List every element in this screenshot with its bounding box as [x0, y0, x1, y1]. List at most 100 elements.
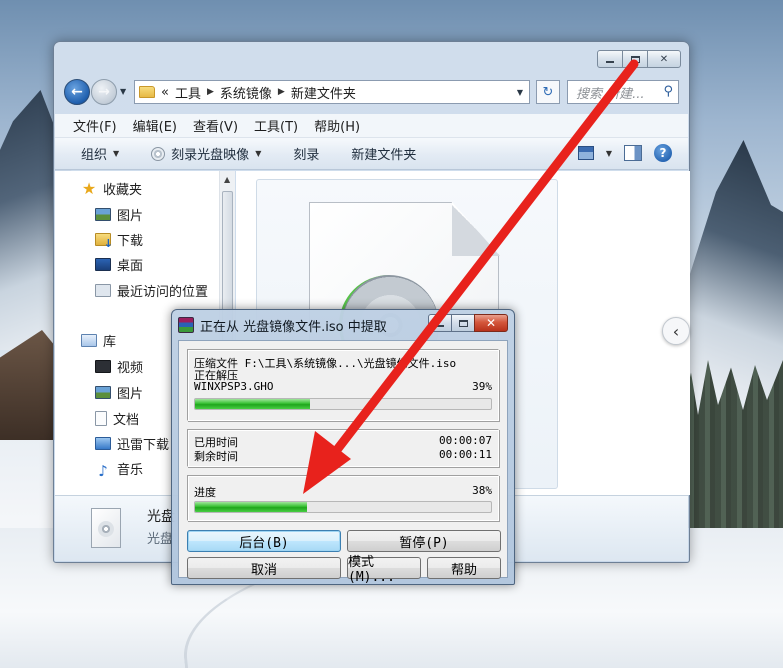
nav-item-desktop[interactable]: 桌面: [95, 255, 143, 274]
nav-item-videos[interactable]: 视频: [95, 357, 143, 376]
videos-icon: [95, 360, 111, 373]
search-placeholder: 搜索 新建...: [576, 86, 645, 102]
pictures-icon: [95, 386, 111, 399]
menu-file[interactable]: 文件(F): [73, 116, 117, 135]
command-bar: 组织 ▼ 刻录光盘映像 ▼ 刻录 新建文件夹 ▼ ?: [55, 138, 688, 170]
current-file-row: WINXPSP3.GHO 39%: [194, 380, 492, 393]
current-file-name: WINXPSP3.GHO: [194, 380, 274, 393]
dialog-body: 压缩文件 F:\工具\系统镜像...\光盘镜像文件.iso 正在解压 WINXP…: [178, 340, 508, 585]
disc-icon: [151, 146, 166, 161]
minimize-icon: [436, 325, 444, 327]
toolbar-right: ▼ ?: [577, 144, 672, 162]
music-icon: ♪: [98, 462, 108, 480]
nav-item-music[interactable]: ♪ 音乐: [95, 459, 144, 480]
organize-button[interactable]: 组织 ▼: [81, 144, 119, 163]
nav-favorites[interactable]: ★ 收藏夹: [81, 179, 142, 198]
overall-label: 进度: [194, 486, 216, 499]
back-button[interactable]: ←: [64, 79, 90, 105]
breadcrumb-tools[interactable]: 工具: [175, 83, 201, 102]
breadcrumb-overflow[interactable]: «: [161, 85, 169, 100]
minimize-button[interactable]: [597, 50, 623, 68]
new-folder-button[interactable]: 新建文件夹: [351, 144, 416, 163]
nav-item-label: 音乐: [117, 463, 144, 478]
scroll-up-icon[interactable]: ▲: [224, 175, 230, 184]
maximize-button[interactable]: [622, 50, 648, 68]
nav-item-label: 迅雷下载: [117, 438, 170, 453]
nav-libraries-label: 库: [103, 335, 117, 350]
recent-pages-dropdown[interactable]: ▼: [120, 87, 126, 96]
search-input[interactable]: 搜索 新建... ⚲: [567, 80, 679, 104]
nav-item-label: 文档: [113, 413, 140, 428]
mode-button[interactable]: 模式(M)...: [347, 555, 421, 585]
nav-item-thunder-downloads[interactable]: 迅雷下载: [95, 434, 169, 453]
details-file-icon: [91, 508, 121, 548]
nav-item-label: 图片: [117, 387, 144, 402]
recent-places-icon: [95, 284, 111, 297]
pictures-icon: [95, 208, 111, 221]
search-icon[interactable]: ⚲: [663, 84, 673, 99]
nav-libraries[interactable]: 库: [81, 331, 116, 350]
nav-item-documents[interactable]: 文档: [95, 409, 139, 428]
chevron-down-icon: ▼: [255, 149, 262, 158]
address-row: ← → ▼ « 工具 ▶ 系统镜像 ▶ 新建文件夹 ▼ ↻ 搜索 新建... ⚲: [64, 79, 679, 105]
address-bar[interactable]: « 工具 ▶ 系统镜像 ▶ 新建文件夹 ▼: [134, 80, 530, 104]
thunder-download-icon: [95, 437, 111, 450]
breadcrumb-system-images[interactable]: 系统镜像: [220, 83, 272, 102]
address-dropdown-icon[interactable]: ▼: [517, 88, 523, 97]
close-icon: ✕: [485, 316, 497, 330]
forward-arrow-icon: →: [98, 84, 110, 100]
chevron-right-icon[interactable]: ▶: [278, 87, 285, 97]
breadcrumb-new-folder[interactable]: 新建文件夹: [291, 83, 356, 102]
maximize-icon: [458, 319, 468, 327]
organize-label: 组织: [81, 148, 108, 163]
menu-help[interactable]: 帮助(H): [314, 116, 360, 135]
chevron-right-icon[interactable]: ▶: [207, 87, 214, 97]
refresh-button[interactable]: ↻: [536, 80, 560, 104]
dialog-maximize-button[interactable]: [451, 314, 475, 332]
back-arrow-icon: ←: [71, 84, 83, 100]
remaining-row: 剩余时间 00:00:11: [194, 448, 492, 464]
dialog-window-controls: ✕: [428, 314, 508, 332]
pause-button[interactable]: 暂停(P): [347, 530, 501, 552]
burn-button[interactable]: 刻录: [293, 144, 319, 163]
nav-item-pictures[interactable]: 图片: [95, 205, 143, 224]
new-folder-label: 新建文件夹: [351, 148, 417, 163]
menu-tools[interactable]: 工具(T): [254, 116, 298, 135]
help-icon[interactable]: ?: [654, 144, 672, 162]
cancel-button[interactable]: 取消: [187, 557, 341, 579]
menu-edit[interactable]: 编辑(E): [133, 116, 177, 135]
nav-item-pictures-lib[interactable]: 图片: [95, 383, 143, 402]
refresh-icon: ↻: [542, 84, 554, 100]
nav-item-label: 视频: [117, 361, 144, 376]
close-button[interactable]: ✕: [647, 50, 681, 68]
remaining-label: 剩余时间: [194, 450, 238, 463]
forward-button[interactable]: →: [91, 79, 117, 105]
help-button[interactable]: 帮助: [427, 557, 501, 579]
close-icon: ✕: [659, 53, 669, 65]
chevron-left-icon: ‹: [672, 321, 680, 341]
dialog-titlebar[interactable]: 正在从 光盘镜像文件.iso 中提取 ✕: [178, 314, 508, 336]
details-file-type: 光盘: [147, 532, 174, 547]
background-button[interactable]: 后台(B): [187, 530, 341, 552]
overall-progress-fill: [195, 502, 308, 512]
nav-item-label: 最近访问的位置: [117, 285, 209, 300]
file-progress-bar: [194, 398, 492, 410]
view-dropdown-icon[interactable]: ▼: [606, 149, 612, 158]
preview-pane-icon[interactable]: [624, 145, 642, 161]
side-panel-toggle[interactable]: ‹: [662, 317, 690, 345]
change-view-icon[interactable]: [577, 146, 594, 160]
nav-item-recent-places[interactable]: 最近访问的位置: [95, 281, 208, 300]
dialog-title: 正在从 光盘镜像文件.iso 中提取: [200, 319, 387, 335]
wallpaper-mountain-right: [683, 140, 783, 400]
dialog-close-button[interactable]: ✕: [474, 314, 508, 332]
menu-bar: 文件(F) 编辑(E) 查看(V) 工具(T) 帮助(H): [55, 114, 688, 138]
dialog-minimize-button[interactable]: [428, 314, 452, 332]
nav-item-downloads[interactable]: 下载: [95, 230, 143, 250]
extract-dialog: 正在从 光盘镜像文件.iso 中提取 ✕ 压缩文件 F:\工具\系统镜像...\…: [171, 309, 515, 585]
menu-view[interactable]: 查看(V): [193, 116, 238, 135]
documents-icon: [95, 411, 107, 426]
chevron-down-icon: ▼: [113, 149, 120, 158]
burn-image-button[interactable]: 刻录光盘映像 ▼: [151, 144, 261, 163]
overall-progress-group: 进度 38%: [187, 475, 499, 521]
file-progress-fill: [195, 399, 311, 409]
